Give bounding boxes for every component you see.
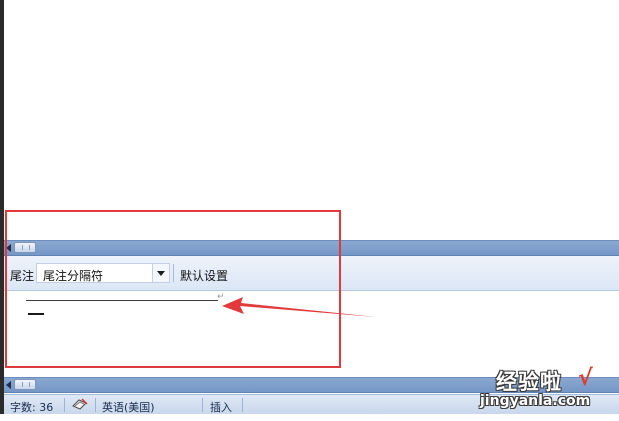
status-divider [242,398,243,412]
status-divider [95,398,96,412]
proofing-book-icon[interactable] [71,397,89,411]
insert-mode-indicator[interactable]: 插入 [210,399,232,415]
watermark-url: jingyanla.com [480,393,591,409]
scroll-left-arrow-icon[interactable] [6,381,11,389]
watermark-logo: 经验啦 √ jingyanla.com [480,366,612,416]
status-divider [202,398,203,412]
language-indicator[interactable]: 英语(美国) [102,399,155,415]
status-divider [64,398,65,412]
red-highlight-box [5,210,341,368]
scroll-thumb[interactable] [14,379,36,390]
checkmark-icon: √ [578,366,593,391]
watermark-title: 经验啦 [496,370,562,394]
document-body[interactable] [4,0,619,240]
word-count[interactable]: 字数: 36 [10,399,53,415]
